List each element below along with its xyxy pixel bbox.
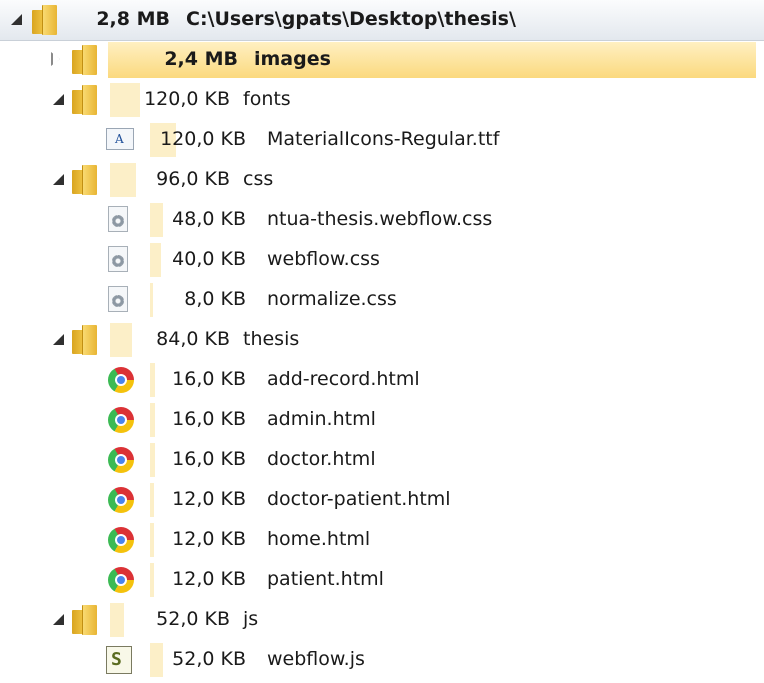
tree-row-file[interactable]: 8,0 KB normalize.css	[0, 280, 764, 320]
tree-row-file[interactable]: 48,0 KB ntua-thesis.webflow.css	[0, 200, 764, 240]
size-bar	[150, 443, 155, 477]
expand-toggle[interactable]	[52, 333, 64, 345]
collapse-toggle[interactable]	[50, 52, 62, 66]
size-bar	[110, 163, 136, 197]
tree-row-file[interactable]: S 52,0 KB webflow.js	[0, 640, 764, 680]
folder-icon	[72, 325, 98, 355]
css-file-icon	[108, 286, 128, 312]
size-bar	[150, 283, 153, 317]
expand-toggle[interactable]	[52, 173, 64, 185]
file-size: 16,0 KB	[172, 368, 246, 390]
file-name: webflow.js	[267, 648, 365, 670]
folder-size: 2,8 MB	[96, 8, 170, 30]
folder-name: js	[243, 608, 259, 630]
expand-toggle[interactable]	[52, 613, 64, 625]
tree-row-file[interactable]: 12,0 KB patient.html	[0, 560, 764, 600]
size-bar	[150, 523, 154, 557]
file-name: admin.html	[267, 408, 376, 430]
tree-row-css[interactable]: 96,0 KB css	[0, 160, 764, 200]
folder-size: 52,0 KB	[156, 608, 230, 630]
folder-name: thesis	[243, 328, 300, 350]
tree-row-file[interactable]: 16,0 KB doctor.html	[0, 440, 764, 480]
size-bar	[150, 563, 154, 597]
expand-toggle[interactable]	[10, 13, 22, 25]
folder-name: images	[254, 48, 331, 70]
expand-toggle[interactable]	[52, 93, 64, 105]
file-size: 52,0 KB	[172, 648, 246, 670]
file-name: ntua-thesis.webflow.css	[267, 208, 493, 230]
file-size: 40,0 KB	[172, 248, 246, 270]
folder-name: css	[243, 168, 274, 190]
chrome-icon	[108, 487, 134, 513]
css-file-icon	[108, 206, 128, 232]
tree-row-file[interactable]: 12,0 KB home.html	[0, 520, 764, 560]
file-name: doctor.html	[267, 448, 376, 470]
file-size: 16,0 KB	[172, 408, 246, 430]
file-size: 16,0 KB	[172, 448, 246, 470]
chrome-icon	[108, 367, 134, 393]
folder-size: 84,0 KB	[156, 328, 230, 350]
file-size: 12,0 KB	[172, 528, 246, 550]
css-file-icon	[108, 246, 128, 272]
size-bar	[150, 403, 155, 437]
chrome-icon	[108, 527, 134, 553]
file-name: webflow.css	[267, 248, 380, 270]
js-file-icon: S	[106, 646, 132, 674]
chrome-icon	[108, 407, 134, 433]
font-file-icon: A	[106, 128, 134, 150]
folder-size-tree: 2,8 MB C:\Users\gpats\Desktop\thesis\ 2,…	[0, 0, 764, 683]
tree-row-thesis[interactable]: 84,0 KB thesis	[0, 320, 764, 360]
folder-icon	[72, 45, 98, 75]
file-name: patient.html	[267, 568, 384, 590]
folder-name: fonts	[243, 88, 291, 110]
folder-icon	[32, 5, 58, 35]
file-name: add-record.html	[267, 368, 420, 390]
tree-row-file[interactable]: 40,0 KB webflow.css	[0, 240, 764, 280]
tree-row-file[interactable]: 16,0 KB add-record.html	[0, 360, 764, 400]
file-size: 12,0 KB	[172, 488, 246, 510]
file-size: 48,0 KB	[172, 208, 246, 230]
size-bar	[150, 483, 154, 517]
tree-row-images[interactable]: 2,4 MB images	[0, 40, 764, 80]
size-bar	[110, 603, 124, 637]
file-name: MaterialIcons-Regular.ttf	[267, 128, 500, 150]
file-size: 8,0 KB	[184, 288, 246, 310]
tree-row-file[interactable]: 12,0 KB doctor-patient.html	[0, 480, 764, 520]
folder-path: C:\Users\gpats\Desktop\thesis\	[186, 8, 516, 30]
chrome-icon	[108, 447, 134, 473]
folder-size: 96,0 KB	[156, 168, 230, 190]
folder-size: 120,0 KB	[144, 88, 230, 110]
folder-size: 2,4 MB	[164, 48, 238, 70]
size-bar	[110, 83, 140, 117]
tree-row-file[interactable]: 16,0 KB admin.html	[0, 400, 764, 440]
folder-icon	[72, 605, 98, 635]
file-size: 120,0 KB	[160, 128, 246, 150]
file-name: home.html	[267, 528, 371, 550]
file-name: doctor-patient.html	[267, 488, 451, 510]
tree-row-root[interactable]: 2,8 MB C:\Users\gpats\Desktop\thesis\	[0, 0, 764, 41]
file-size: 12,0 KB	[172, 568, 246, 590]
tree-row-js[interactable]: 52,0 KB js	[0, 600, 764, 640]
chrome-icon	[108, 567, 134, 593]
folder-icon	[72, 85, 98, 115]
tree-row-fonts[interactable]: 120,0 KB fonts	[0, 80, 764, 120]
tree-row-file[interactable]: A 120,0 KB MaterialIcons-Regular.ttf	[0, 120, 764, 160]
size-bar	[110, 323, 132, 357]
folder-icon	[72, 165, 98, 195]
file-name: normalize.css	[267, 288, 397, 310]
size-bar	[150, 363, 155, 397]
